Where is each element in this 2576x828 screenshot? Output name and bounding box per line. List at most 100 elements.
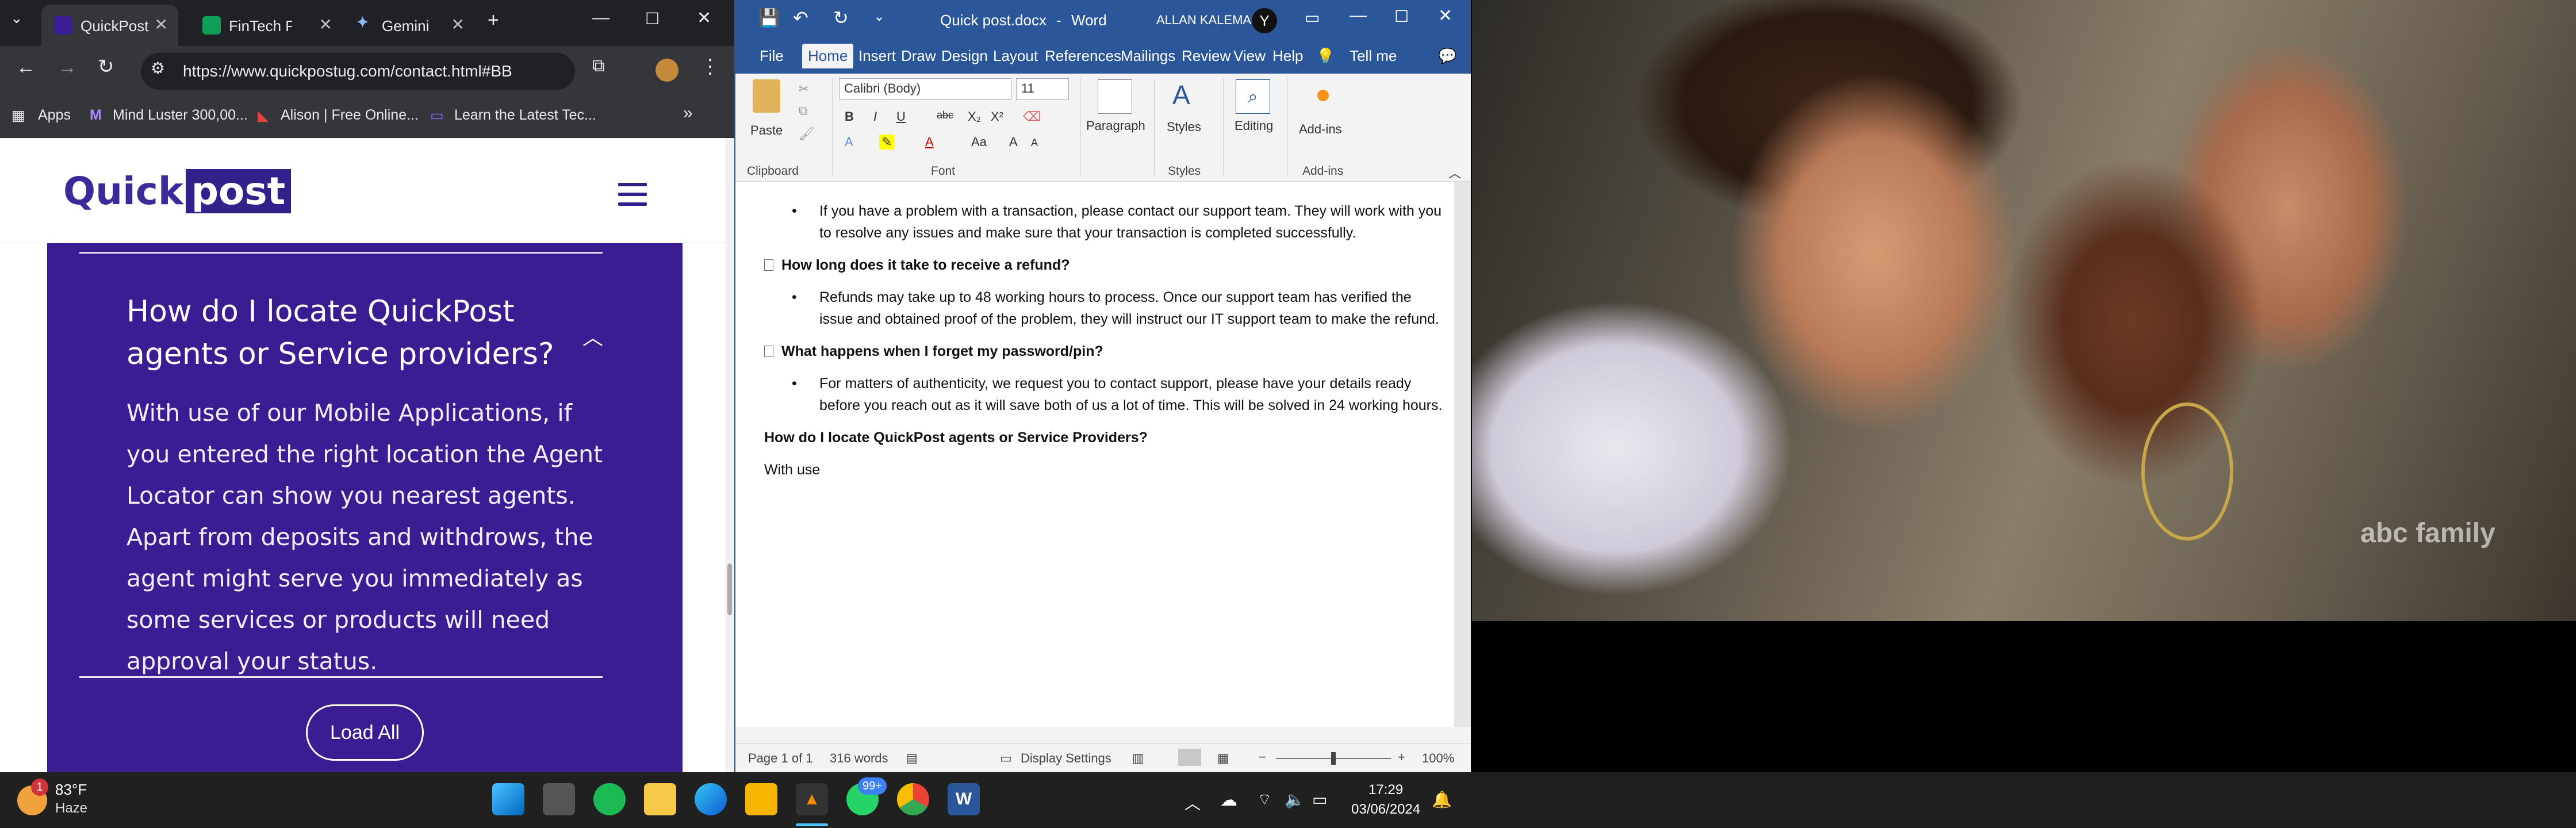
tab-layout[interactable]: Layout bbox=[993, 47, 1038, 65]
add-ins-button[interactable]: Add-ins bbox=[1299, 122, 1342, 137]
faq-question[interactable]: How do I locate QuickPost agents or Serv… bbox=[126, 290, 598, 375]
undo-icon[interactable]: ↶ bbox=[793, 7, 808, 29]
sticky-notes-icon[interactable] bbox=[644, 783, 676, 815]
site-info-icon[interactable]: ⚙ bbox=[151, 59, 165, 78]
comments-icon[interactable]: 💬 bbox=[1438, 47, 1456, 65]
heading-password[interactable]: What happens when I forget my password/p… bbox=[764, 340, 1448, 362]
close-tab-icon[interactable]: ✕ bbox=[155, 15, 168, 34]
file-explorer-icon[interactable] bbox=[745, 783, 777, 815]
tab-quickpost[interactable]: QuickPost ✕ bbox=[41, 5, 178, 46]
weather-desc[interactable]: Haze bbox=[55, 800, 87, 816]
grow-font-icon[interactable]: A bbox=[1009, 135, 1018, 150]
bookmark-apps[interactable]: Apps bbox=[38, 107, 71, 124]
superscript-icon[interactable]: X² bbox=[991, 109, 1003, 124]
subscript-icon[interactable]: X₂ bbox=[968, 109, 981, 124]
url-text[interactable]: https://www.quickpostug.com/contact.html… bbox=[183, 62, 512, 80]
display-settings-button[interactable]: Display Settings bbox=[1021, 751, 1111, 766]
bold-icon[interactable]: B bbox=[845, 109, 854, 124]
quick-access-dropdown-icon[interactable]: ⌄ bbox=[873, 8, 885, 25]
shrink-font-icon[interactable]: A bbox=[1031, 137, 1038, 149]
document-body[interactable]: If you have a problem with a transaction… bbox=[764, 192, 1448, 481]
underline-icon[interactable]: U bbox=[896, 109, 906, 124]
chevron-up-icon[interactable]: ︿ bbox=[582, 321, 603, 351]
tab-home[interactable]: Home bbox=[802, 44, 854, 68]
tell-me-search[interactable]: Tell me bbox=[1350, 47, 1397, 65]
paragraph-icon[interactable] bbox=[1098, 79, 1132, 114]
print-layout-icon[interactable] bbox=[1178, 749, 1201, 766]
bookmark-alison[interactable]: Alison | Free Online... bbox=[281, 107, 419, 124]
heading-locate-agents[interactable]: How do I locate QuickPost agents or Serv… bbox=[764, 427, 1448, 448]
minimize-icon[interactable]: — bbox=[1350, 6, 1367, 25]
styles-button[interactable]: Styles bbox=[1167, 120, 1201, 135]
close-tab-icon[interactable]: ✕ bbox=[319, 15, 332, 34]
quickpost-logo[interactable]: Quick post bbox=[63, 168, 292, 213]
document-page[interactable]: If you have a problem with a transaction… bbox=[735, 182, 1454, 727]
zoom-level[interactable]: 100% bbox=[1422, 751, 1454, 766]
paste-icon[interactable] bbox=[753, 79, 780, 113]
cut-icon[interactable]: ✂ bbox=[799, 82, 809, 97]
tab-view[interactable]: View bbox=[1233, 47, 1266, 65]
bullet-paragraph[interactable]: For matters of authenticity, we request … bbox=[764, 373, 1448, 416]
show-hidden-icons-icon[interactable]: ︿ bbox=[1184, 791, 1201, 814]
format-painter-icon[interactable]: 🖌 bbox=[799, 126, 815, 141]
collapse-ribbon-icon[interactable]: ︿ bbox=[1448, 163, 1461, 182]
tab-help[interactable]: Help bbox=[1272, 47, 1303, 65]
tab-file[interactable]: File bbox=[760, 47, 784, 65]
bookmark-mindluster[interactable]: Mind Luster 300,00... bbox=[113, 107, 248, 124]
web-layout-icon[interactable]: ▦ bbox=[1217, 751, 1229, 766]
notifications-bell-icon[interactable]: 🔔 bbox=[1432, 790, 1452, 809]
zoom-in-icon[interactable]: + bbox=[1398, 750, 1405, 765]
body-paragraph[interactable]: With use bbox=[764, 459, 1448, 481]
maximize-icon[interactable]: ☐ bbox=[645, 9, 660, 28]
page-scrollbar[interactable] bbox=[725, 138, 734, 772]
ribbon-display-icon[interactable]: ▭ bbox=[1305, 8, 1320, 27]
bookmark-apps-icon[interactable]: ▦ bbox=[12, 107, 25, 124]
redo-icon[interactable]: ↻ bbox=[833, 7, 849, 29]
change-case-icon[interactable]: Aa bbox=[971, 135, 987, 150]
battery-icon[interactable]: ▭ bbox=[1312, 790, 1327, 809]
forward-icon[interactable]: → bbox=[57, 56, 77, 79]
edge-icon[interactable] bbox=[695, 783, 727, 815]
heading-refund[interactable]: How long does it take to receive a refun… bbox=[764, 254, 1448, 276]
task-view-icon[interactable] bbox=[543, 783, 575, 815]
paragraph-button[interactable]: Paragraph bbox=[1086, 118, 1145, 133]
maximize-icon[interactable]: ☐ bbox=[1394, 7, 1409, 26]
profile-avatar[interactable] bbox=[656, 59, 678, 82]
clock-date[interactable]: 03/06/2024 bbox=[1351, 802, 1420, 818]
menu-kebab-icon[interactable]: ⋮ bbox=[700, 55, 720, 78]
spotify-icon[interactable] bbox=[593, 783, 626, 815]
editing-button[interactable]: Editing bbox=[1235, 118, 1273, 133]
tab-design[interactable]: Design bbox=[941, 47, 988, 65]
strikethrough-icon[interactable]: abc bbox=[937, 109, 953, 121]
tab-insert[interactable]: Insert bbox=[858, 47, 896, 65]
bookmarks-overflow-icon[interactable]: » bbox=[683, 103, 693, 123]
text-effects-icon[interactable]: A bbox=[845, 135, 853, 150]
copy-icon[interactable]: ⧉ bbox=[799, 103, 808, 118]
load-all-button[interactable]: Load All bbox=[306, 704, 424, 761]
zoom-out-icon[interactable]: − bbox=[1259, 750, 1266, 765]
font-size-box[interactable]: 11 bbox=[1016, 78, 1069, 100]
back-icon[interactable]: ← bbox=[16, 56, 36, 79]
bullet-paragraph[interactable]: Refunds may take up to 48 working hours … bbox=[764, 286, 1448, 330]
onedrive-icon[interactable]: ☁ bbox=[1220, 790, 1237, 810]
user-avatar[interactable]: Y bbox=[1252, 8, 1277, 33]
tab-mailings[interactable]: Mailings bbox=[1121, 47, 1175, 65]
highlight-icon[interactable]: ✎ bbox=[879, 135, 895, 150]
close-window-icon[interactable]: ✕ bbox=[1438, 6, 1452, 26]
paste-button[interactable]: Paste bbox=[750, 123, 783, 138]
tab-fintech[interactable]: FinTech Pr ✕ bbox=[190, 5, 343, 46]
tab-references[interactable]: References bbox=[1045, 47, 1121, 65]
weather-temp[interactable]: 83°F bbox=[55, 781, 87, 799]
new-tab-button[interactable]: + bbox=[488, 9, 499, 32]
close-tab-icon[interactable]: ✕ bbox=[451, 15, 465, 34]
add-ins-icon[interactable] bbox=[1317, 90, 1329, 101]
read-mode-icon[interactable]: ▥ bbox=[1132, 751, 1144, 766]
bookmark-learn[interactable]: Learn the Latest Tec... bbox=[454, 107, 596, 124]
clear-formatting-icon[interactable]: ⌫ bbox=[1023, 109, 1041, 124]
video-frame[interactable]: abc family bbox=[1472, 0, 2576, 621]
italic-icon[interactable]: I bbox=[873, 109, 877, 124]
vlc-icon[interactable]: ▲ bbox=[796, 783, 828, 815]
start-windows-icon[interactable] bbox=[492, 783, 524, 815]
font-color-icon[interactable]: A bbox=[925, 135, 934, 150]
reload-icon[interactable]: ↻ bbox=[98, 55, 114, 78]
